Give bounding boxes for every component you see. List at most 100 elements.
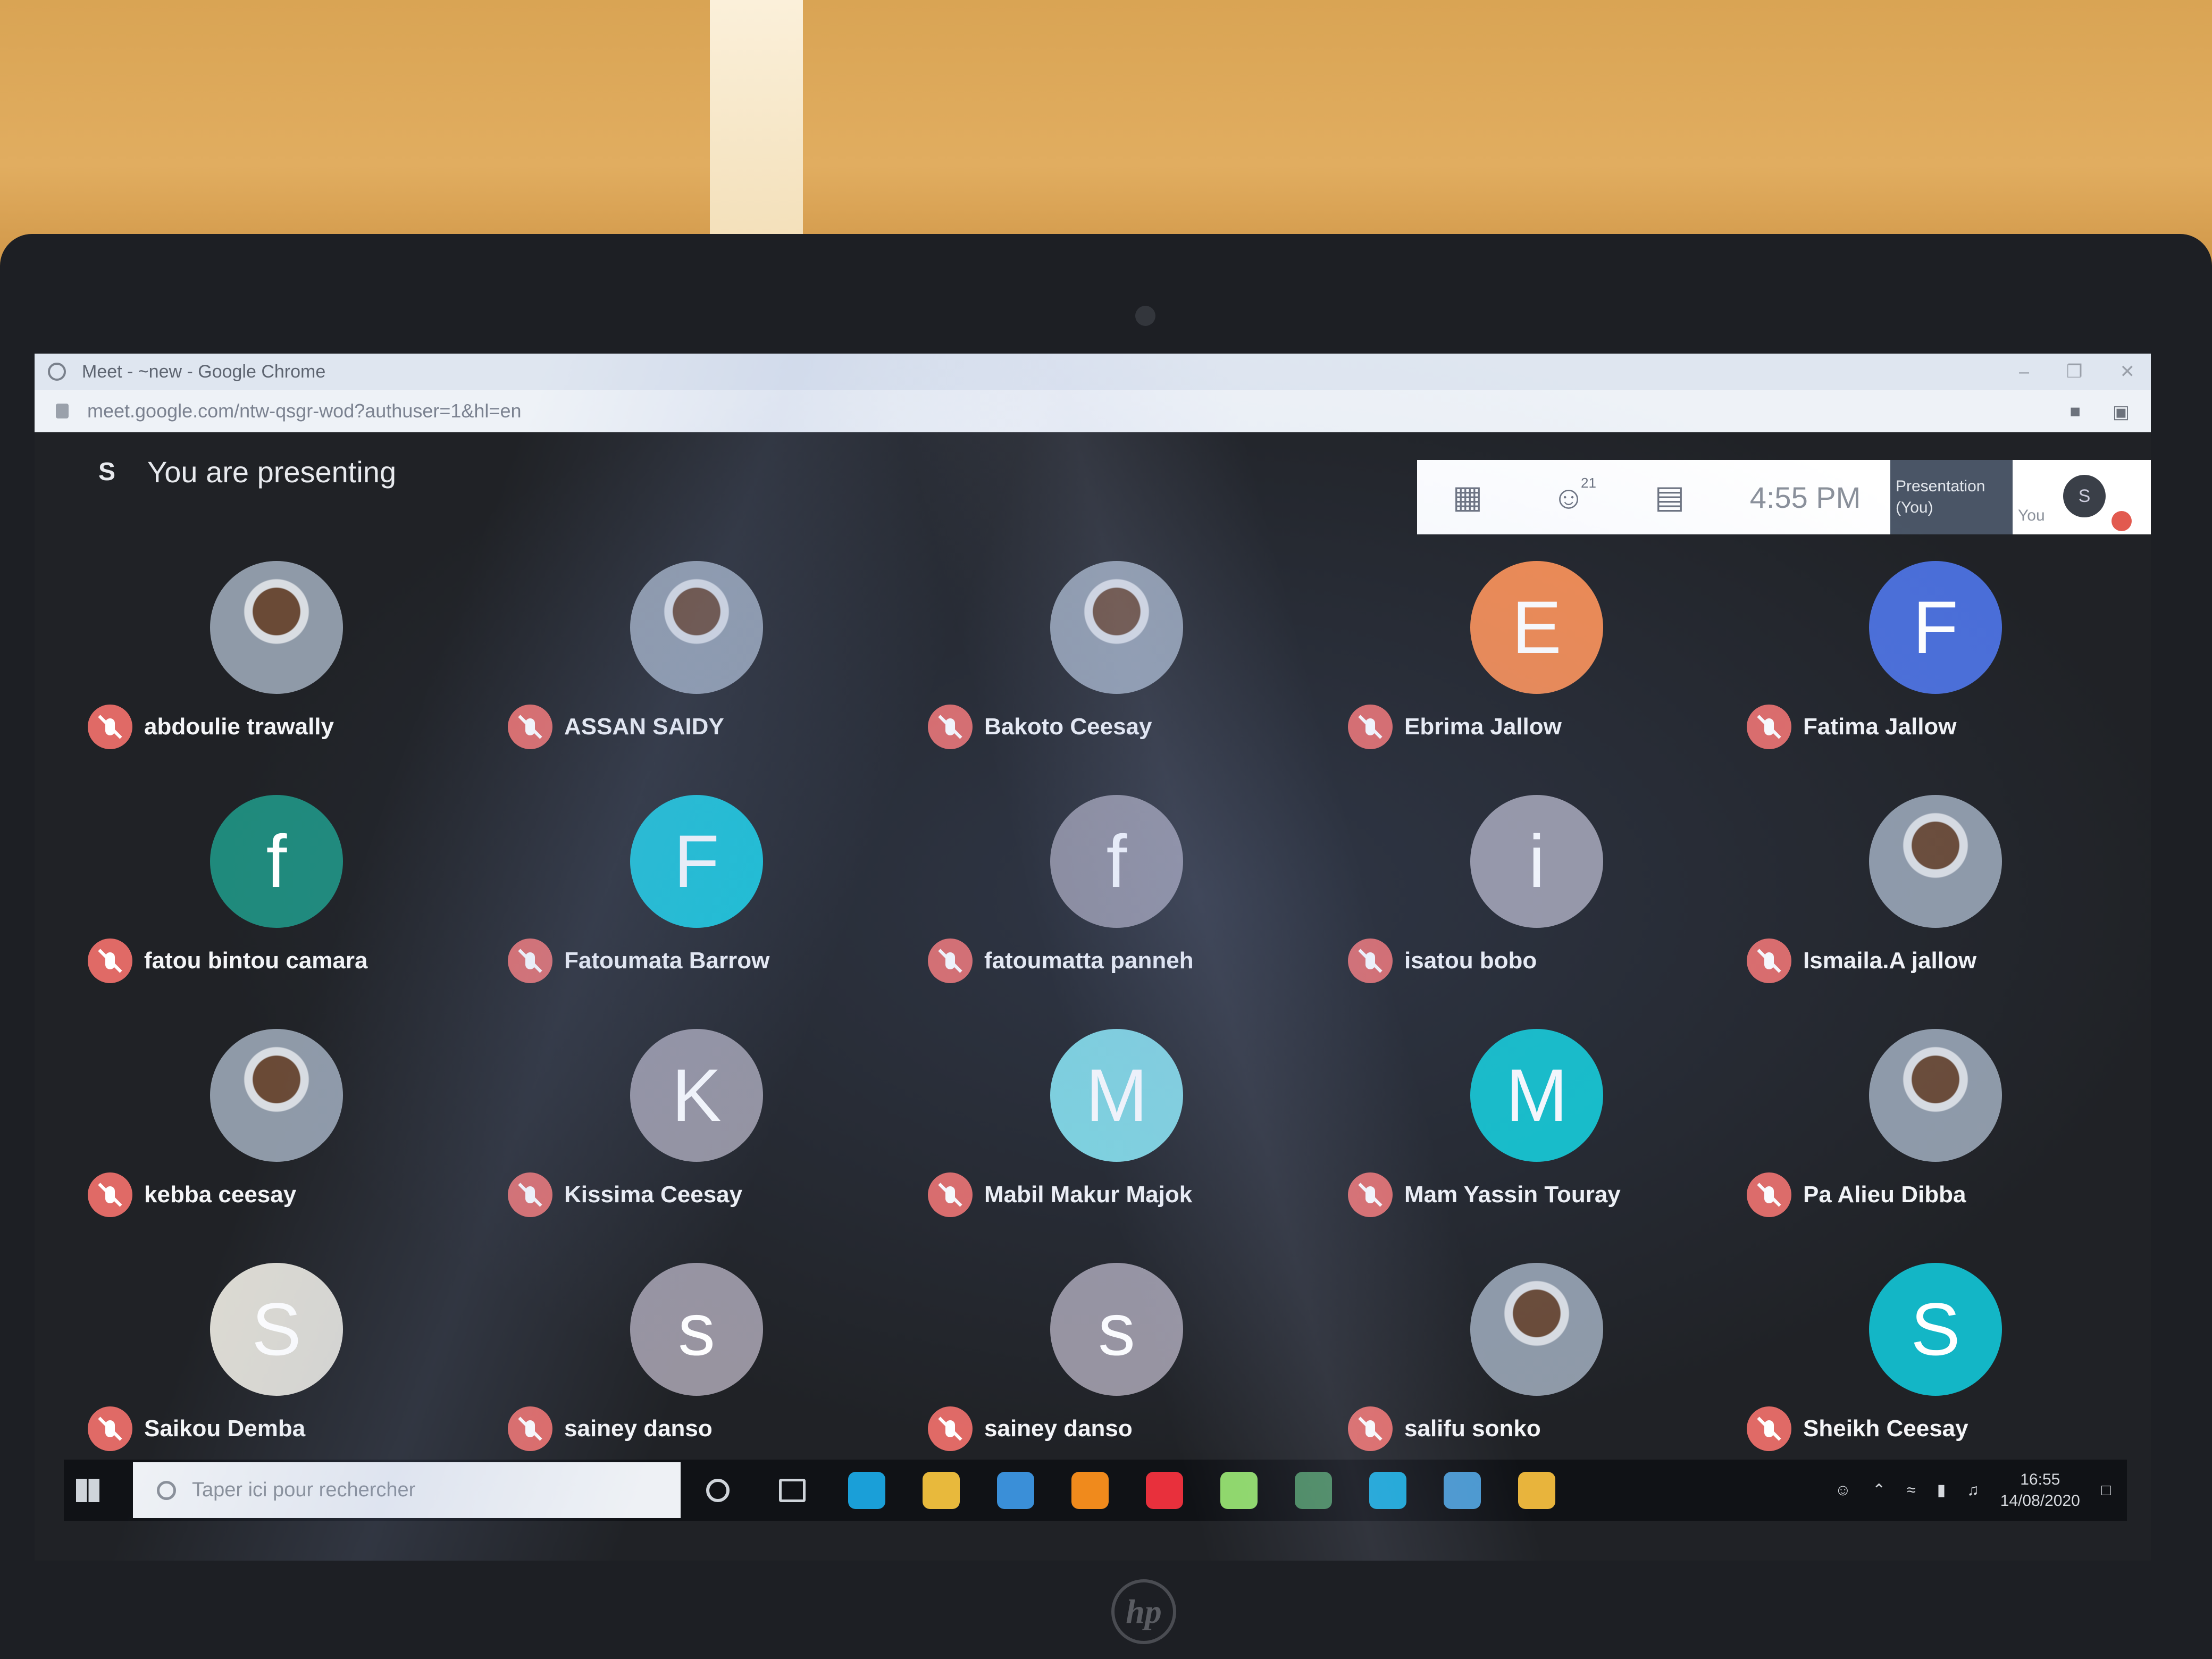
participant-tile[interactable]: M Mam Yassin Touray [1327, 1029, 1741, 1231]
vlc-icon [1071, 1471, 1109, 1509]
participant-tile[interactable]: kebba ceesay [66, 1029, 481, 1231]
user-initial: S [98, 458, 116, 486]
chat-icon: ▤ [1654, 479, 1685, 515]
window-controls: – ❐ ✕ [2019, 354, 2135, 390]
participant-tile[interactable]: E Ebrima Jallow [1327, 561, 1741, 763]
participant-tile[interactable]: Pa Alieu Dibba [1725, 1029, 2140, 1231]
participant-name-row: fatou bintou camara [88, 939, 368, 983]
restore-icon[interactable]: ❐ [2066, 361, 2082, 382]
address-bar[interactable]: meet.google.com/ntw-qsgr-wod?authuser=1&… [35, 390, 2151, 432]
participant-avatar: f [210, 795, 343, 928]
opera-icon [1146, 1471, 1183, 1509]
participant-name: fatou bintou camara [144, 948, 368, 974]
cortana-button[interactable] [681, 1460, 755, 1521]
close-icon[interactable]: ✕ [2120, 361, 2135, 382]
store-button[interactable] [978, 1460, 1053, 1521]
participant-tile[interactable]: K Kissima Ceesay [487, 1029, 901, 1231]
chrome-button[interactable] [1499, 1460, 1574, 1521]
participant-name-row: Fatoumata Barrow [508, 939, 769, 983]
participant-name: Mam Yassin Touray [1404, 1182, 1621, 1208]
participant-avatar: i [1470, 795, 1603, 928]
pinned-apps [830, 1460, 1574, 1521]
vlc-button[interactable] [1053, 1460, 1127, 1521]
tray-time: 16:55 [2020, 1470, 2060, 1488]
meet-app-button[interactable] [1276, 1460, 1351, 1521]
participant-tile[interactable]: F Fatima Jallow [1725, 561, 2140, 763]
participant-tile[interactable]: F Fatoumata Barrow [487, 795, 901, 997]
mic-off-icon [88, 939, 132, 983]
skype-button[interactable] [1351, 1460, 1425, 1521]
whatsapp-button[interactable] [1202, 1460, 1276, 1521]
mic-off-icon [1348, 939, 1393, 983]
mic-off-icon [1348, 705, 1393, 749]
participant-tile[interactable]: f fatou bintou camara [66, 795, 481, 997]
taskbar-search[interactable]: Taper ici pour rechercher [133, 1462, 681, 1518]
participant-tile[interactable]: i isatou bobo [1327, 795, 1741, 997]
participant-tile[interactable]: S Sheikh Ceesay [1725, 1263, 2140, 1465]
mic-off-icon [1747, 1172, 1791, 1217]
participant-tile[interactable]: abdoulie trawally [66, 561, 481, 763]
start-button[interactable] [64, 1460, 112, 1521]
chevron-up-icon[interactable]: ⌃ [1872, 1481, 1886, 1499]
chat-button[interactable]: ▤ [1619, 460, 1720, 534]
minimize-icon[interactable]: – [2019, 362, 2029, 382]
people-tray-icon[interactable]: ☺ [1834, 1481, 1851, 1499]
participant-name-row: Pa Alieu Dibba [1747, 1172, 1966, 1217]
participant-name: Fatima Jallow [1803, 714, 1957, 740]
notepad-button[interactable] [1425, 1460, 1499, 1521]
participant-name-row: sainey danso [508, 1406, 713, 1451]
mic-off-icon [1747, 1406, 1791, 1451]
participant-tile[interactable]: f fatoumatta panneh [907, 795, 1321, 997]
grid-layout-button[interactable]: ▦ [1417, 460, 1518, 534]
participant-name-row: Mabil Makur Majok [928, 1172, 1192, 1217]
participant-tile[interactable]: ASSAN SAIDY [487, 561, 901, 763]
participant-name: Sheikh Ceesay [1803, 1415, 1968, 1442]
participants-grid: abdoulie trawally ASSAN SAIDY Bakoto Ceesa… [35, 561, 2151, 1451]
windows-taskbar: Taper ici pour rechercher ☺ ⌃ ≈ ▮ ♫ 16:5… [64, 1460, 2127, 1521]
participants-count: 21 [1581, 475, 1596, 491]
participant-name-row: Sheikh Ceesay [1747, 1406, 1968, 1451]
self-tile[interactable]: You S [2013, 460, 2135, 534]
participant-tile[interactable]: s sainey danso [907, 1263, 1321, 1465]
participants-button[interactable]: ☺ 21 [1518, 460, 1619, 534]
task-view-button[interactable] [755, 1460, 830, 1521]
edge-icon [848, 1471, 885, 1509]
tray-datetime[interactable]: 16:55 14/08/2020 [2000, 1469, 2080, 1512]
opera-button[interactable] [1127, 1460, 1202, 1521]
participant-tile[interactable]: salifu sonko [1327, 1263, 1741, 1465]
participant-name: Saikou Demba [144, 1415, 306, 1442]
participant-avatar: s [1050, 1263, 1183, 1396]
people-icon: ☺ [1552, 479, 1585, 515]
whatsapp-icon [1220, 1471, 1258, 1509]
participant-name: Pa Alieu Dibba [1803, 1182, 1966, 1208]
system-tray: ☺ ⌃ ≈ ▮ ♫ 16:55 14/08/2020 □ [1834, 1460, 2111, 1521]
participant-tile[interactable]: S Saikou Demba [66, 1263, 481, 1465]
url-text[interactable]: meet.google.com/ntw-qsgr-wod?authuser=1&… [87, 400, 522, 422]
file-explorer-button[interactable] [904, 1460, 978, 1521]
volume-icon[interactable]: ♫ [1967, 1481, 1979, 1499]
participant-tile[interactable]: Ismaila.A jallow [1725, 795, 2140, 997]
participant-name: Ebrima Jallow [1404, 714, 1562, 740]
presentation-tile[interactable]: Presentation (You) [1890, 460, 2013, 534]
edge-button[interactable] [830, 1460, 904, 1521]
participant-name: kebba ceesay [144, 1182, 297, 1208]
participant-tile[interactable]: s sainey danso [487, 1263, 901, 1465]
notifications-icon[interactable]: □ [2101, 1481, 2111, 1499]
participant-name: Bakoto Ceesay [984, 714, 1152, 740]
participant-tile[interactable]: Bakoto Ceesay [907, 561, 1321, 763]
participant-name: isatou bobo [1404, 948, 1537, 974]
translate-icon[interactable]: ▣ [2113, 401, 2130, 423]
participant-avatar [1869, 1029, 2002, 1162]
camera-indicator-icon[interactable]: ■ [2069, 401, 2081, 423]
participant-name: Mabil Makur Majok [984, 1182, 1193, 1208]
participant-name: sainey danso [984, 1415, 1133, 1442]
participant-name-row: Saikou Demba [88, 1406, 305, 1451]
lock-icon [56, 404, 69, 418]
presentation-owner: (You) [1896, 499, 1933, 516]
participant-name: sainey danso [564, 1415, 713, 1442]
battery-icon[interactable]: ▮ [1937, 1481, 1946, 1499]
wifi-icon[interactable]: ≈ [1907, 1481, 1915, 1499]
participant-avatar: S [1869, 1263, 2002, 1396]
participant-avatar [1869, 795, 2002, 928]
participant-tile[interactable]: M Mabil Makur Majok [907, 1029, 1321, 1231]
